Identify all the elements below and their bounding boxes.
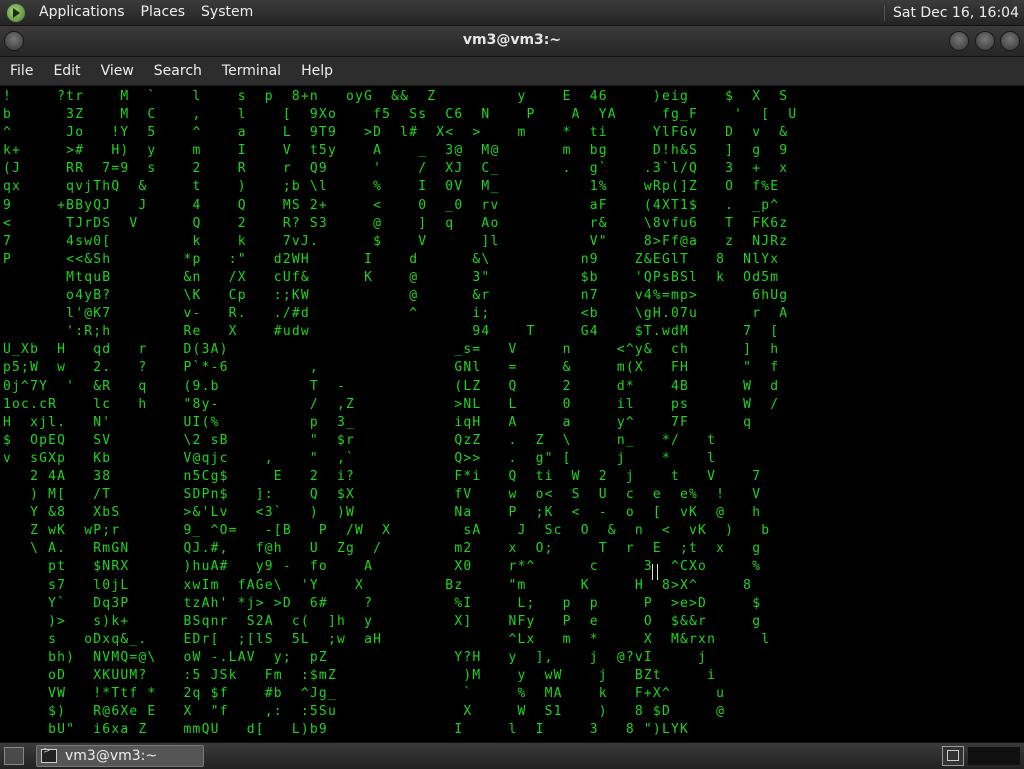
clock[interactable]: Sat Dec 16, 16:04 <box>883 4 1024 21</box>
matrix-rain-text: ! ?tr M ` l s p 8+n oyG && Z y E 46 )eig… <box>3 89 798 738</box>
taskbar-button-label: vm3@vm3:~ <box>65 748 158 764</box>
terminal-menubar: File Edit View Search Terminal Help <box>0 57 1024 86</box>
terminal-icon <box>41 746 57 763</box>
menu-search[interactable]: Search <box>144 57 212 85</box>
menu-applications[interactable]: Applications <box>31 0 133 25</box>
taskbar-button-terminal[interactable]: vm3@vm3:~ <box>36 745 204 767</box>
maximize-button[interactable] <box>975 31 995 51</box>
close-button[interactable] <box>1000 31 1020 51</box>
minimize-button[interactable] <box>949 31 969 51</box>
workspace-2[interactable] <box>968 747 1020 765</box>
menu-help[interactable]: Help <box>291 57 343 85</box>
menu-places[interactable]: Places <box>133 0 194 25</box>
mouse-ibeam-cursor-icon <box>652 564 658 580</box>
menu-edit[interactable]: Edit <box>43 57 90 85</box>
distro-logo-icon[interactable] <box>7 3 25 22</box>
menu-system[interactable]: System <box>193 0 261 25</box>
show-desktop-icon[interactable] <box>4 747 24 765</box>
bottom-panel: vm3@vm3:~ <box>0 742 1024 769</box>
terminal-output[interactable]: ! ?tr M ` l s p 8+n oyG && Z y E 46 )eig… <box>0 86 1024 740</box>
window-title: vm3@vm3:~ <box>462 32 562 48</box>
workspace-window-icon <box>947 750 959 761</box>
menu-view[interactable]: View <box>91 57 144 85</box>
top-panel: Applications Places System Sat Dec 16, 1… <box>0 0 1024 26</box>
workspace-switcher[interactable] <box>942 746 964 766</box>
menu-terminal[interactable]: Terminal <box>212 57 291 85</box>
menu-file[interactable]: File <box>0 57 43 85</box>
window-titlebar[interactable]: vm3@vm3:~ <box>0 26 1024 57</box>
